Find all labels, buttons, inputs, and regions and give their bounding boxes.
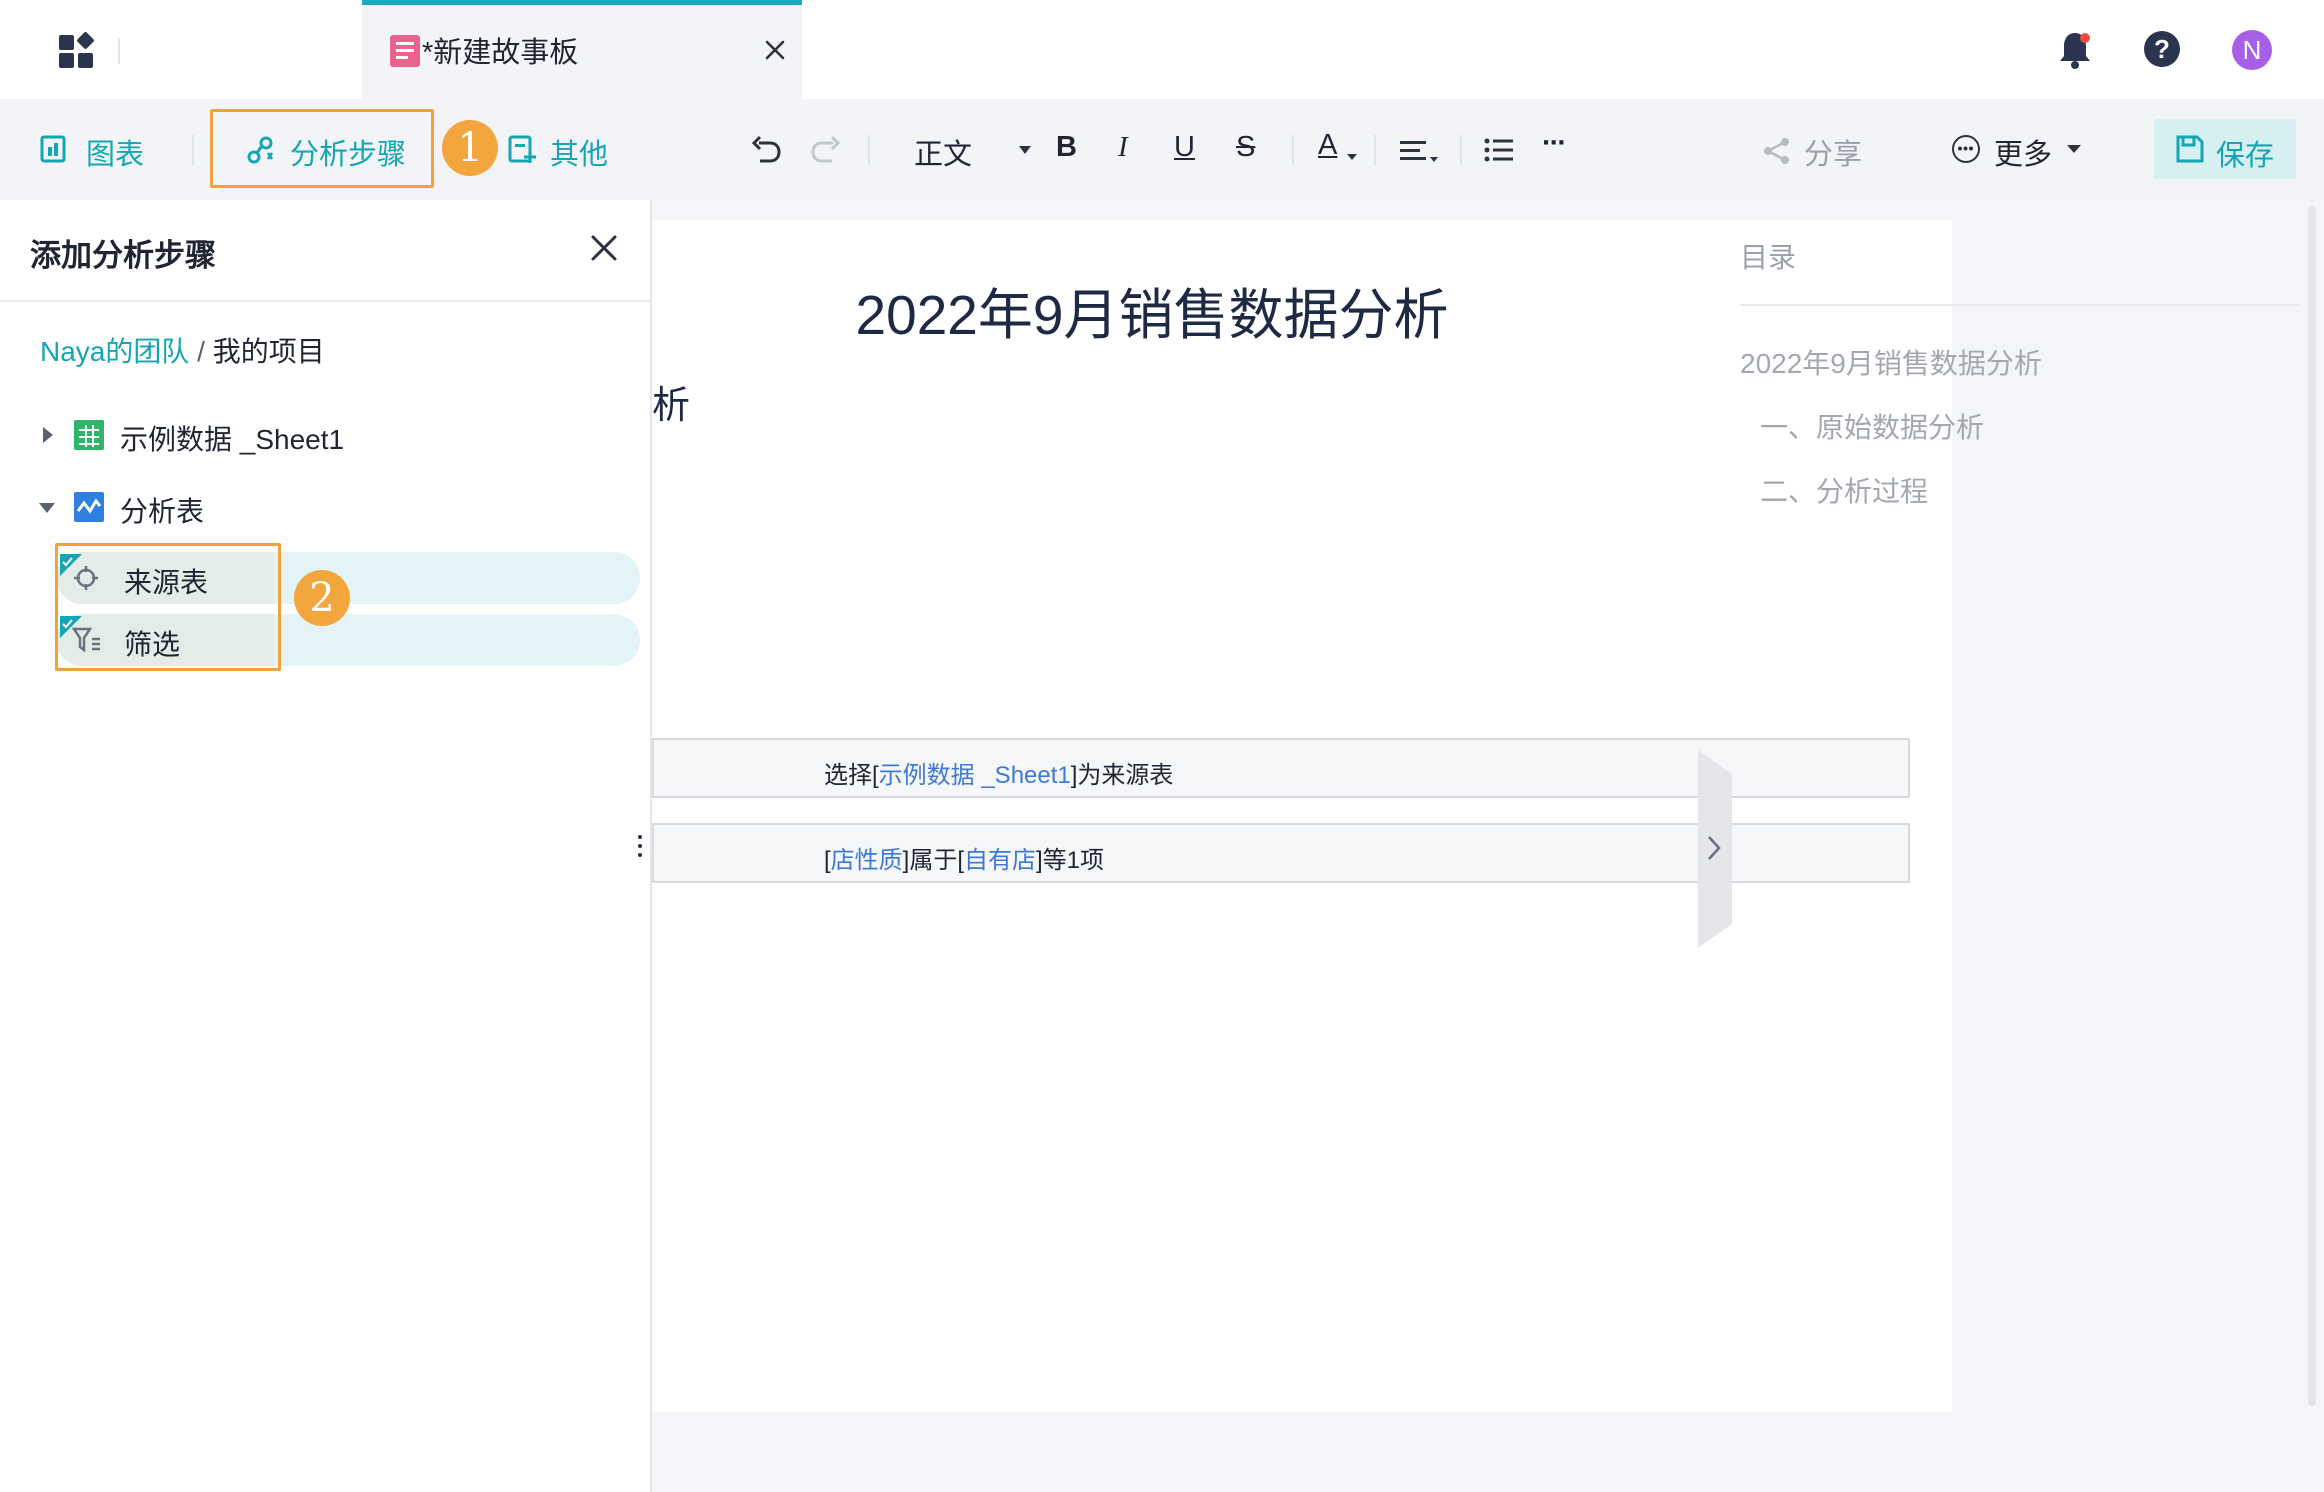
document-icon: [390, 35, 420, 67]
toolbar: 图表 分析步骤 1 其他 正文 B I U S A ··· 分享 更多 保存: [0, 99, 2324, 200]
add-analysis-steps-panel: 添加分析步骤 Naya的团队 / 我的项目 示例数据 _Sheet1 分析表 来…: [0, 200, 652, 1492]
document-canvas: 2022年9月销售数据分析 析: [652, 220, 1952, 1412]
step-text: ]属于[: [902, 847, 965, 874]
more-button[interactable]: 更多: [1994, 131, 2052, 173]
other-add-icon: [508, 135, 538, 165]
step-value-link[interactable]: 自有店: [964, 847, 1036, 874]
share-icon: [1762, 137, 1792, 165]
divider: [1374, 135, 1376, 165]
font-color-button[interactable]: A: [1318, 129, 1337, 162]
italic-button[interactable]: I: [1118, 131, 1128, 164]
step-field-link[interactable]: 店性质: [831, 847, 903, 874]
help-icon[interactable]: ?: [2144, 31, 2180, 67]
caret-down-icon[interactable]: [38, 502, 56, 514]
other-button[interactable]: 其他: [550, 131, 608, 173]
tree-item-label: 示例数据 _Sheet1: [120, 424, 345, 455]
table-icon: [74, 420, 104, 450]
breadcrumb-separator: /: [197, 336, 205, 367]
document-title[interactable]: 2022年9月销售数据分析: [652, 270, 1652, 350]
step-description: 选择[示例数据 _Sheet1]为来源表: [824, 755, 1173, 790]
step-badge-2: 2: [294, 570, 350, 626]
undo-icon[interactable]: [750, 135, 782, 165]
divider: [192, 135, 194, 165]
breadcrumb-current: 我的项目: [212, 336, 325, 367]
toc-item[interactable]: 2022年9月销售数据分析: [1740, 342, 2042, 382]
divider: [118, 38, 120, 64]
panel-header-divider: [0, 300, 650, 302]
bell-icon[interactable]: [2058, 30, 2092, 70]
step-source-link[interactable]: 示例数据 _Sheet1: [879, 762, 1071, 789]
step-text: ]为来源表: [1070, 762, 1174, 789]
strikethrough-button[interactable]: S: [1236, 131, 1255, 164]
step-description: [店性质]属于[自有店]等1项: [824, 840, 1104, 875]
toc-item[interactable]: 一、原始数据分析: [1760, 406, 1984, 446]
chevron-down-icon: [2066, 144, 2082, 154]
toc-item[interactable]: 二、分析过程: [1760, 470, 1928, 510]
step-badge-1: 1: [442, 120, 498, 176]
tree-item-sheet[interactable]: 示例数据 _Sheet1: [20, 410, 620, 460]
step-text: 选择[: [824, 762, 879, 789]
breadcrumb-team-link[interactable]: Naya的团队: [40, 336, 189, 367]
caret-right-icon[interactable]: [42, 426, 54, 444]
toc-collapse-handle[interactable]: [1698, 750, 1732, 948]
scrollbar[interactable]: [2308, 206, 2316, 1406]
tab-storyboard[interactable]: *新建故事板: [362, 0, 802, 99]
close-panel-icon[interactable]: [590, 234, 618, 262]
close-tab-icon[interactable]: [764, 39, 786, 61]
more-format-button[interactable]: ···: [1542, 127, 1567, 160]
analysis-table-icon: [74, 492, 104, 522]
chart-button[interactable]: 图表: [86, 131, 144, 173]
highlight-analysis-steps: [210, 109, 434, 188]
share-button[interactable]: 分享: [1804, 131, 1862, 173]
divider: [1460, 135, 1462, 165]
step-text: ]等1项: [1036, 847, 1105, 874]
step-text: [: [824, 847, 831, 874]
panel-title: 添加分析步骤: [30, 238, 216, 273]
chevron-down-icon: [1346, 153, 1358, 161]
panel-resize-handle[interactable]: [636, 833, 644, 859]
tree-item-analysis-table[interactable]: 分析表: [20, 482, 620, 532]
bold-button[interactable]: B: [1056, 131, 1077, 164]
chevron-down-icon: [1018, 145, 1032, 155]
save-button[interactable]: 保存: [2154, 119, 2296, 179]
divider: [1292, 135, 1294, 165]
underline-button[interactable]: U: [1174, 131, 1195, 164]
chart-add-icon: [40, 135, 70, 165]
save-label: 保存: [2216, 140, 2275, 172]
section-heading-partial: 析: [652, 385, 691, 427]
highlight-steps: [55, 543, 281, 671]
toc-divider: [1740, 304, 2300, 306]
tree-item-label: 分析表: [120, 496, 205, 527]
text-style-select[interactable]: 正文: [914, 131, 972, 173]
top-bar: *新建故事板 ? N: [0, 0, 2324, 99]
apps-grid-icon[interactable]: [58, 32, 96, 70]
bullet-list-icon[interactable]: [1484, 137, 1514, 163]
tab-title: *新建故事板: [422, 37, 579, 69]
redo-icon[interactable]: [810, 135, 842, 165]
align-icon[interactable]: [1400, 139, 1440, 165]
breadcrumb: Naya的团队 / 我的项目: [40, 330, 325, 370]
more-circle-icon: [1952, 135, 1980, 163]
save-icon: [2176, 135, 2204, 163]
avatar[interactable]: N: [2232, 30, 2272, 70]
divider: [868, 135, 870, 165]
toc-title: 目录: [1740, 242, 1797, 273]
